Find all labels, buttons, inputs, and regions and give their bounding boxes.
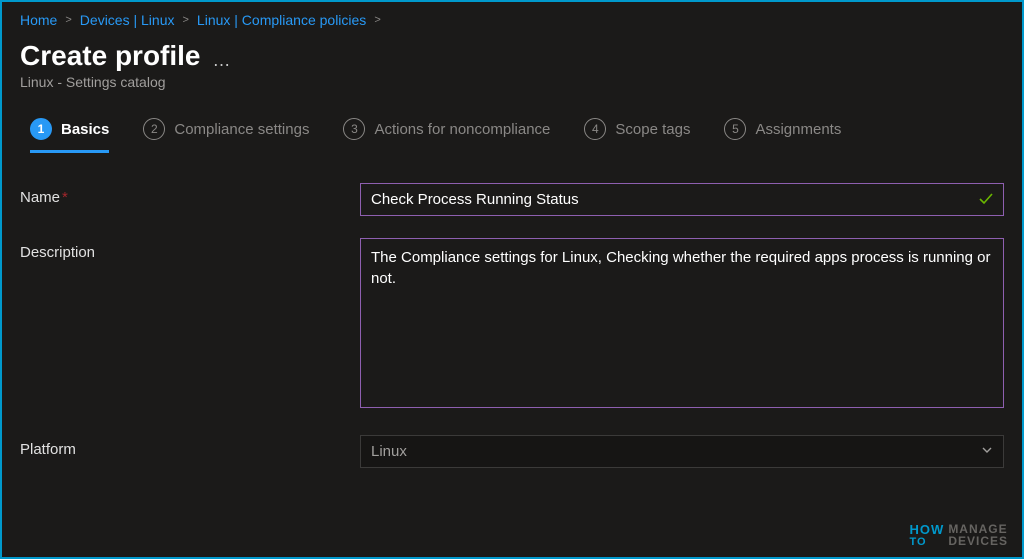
step-number: 2 — [143, 118, 165, 140]
more-icon[interactable]: … — [213, 42, 233, 71]
form-row-name: Name* — [20, 183, 1004, 216]
tab-label: Compliance settings — [174, 121, 309, 138]
chevron-right-icon: > — [182, 14, 188, 26]
page-title: Create profile — [20, 40, 201, 72]
step-number: 5 — [724, 118, 746, 140]
platform-value: Linux — [371, 443, 407, 460]
platform-select: Linux — [360, 435, 1004, 468]
tab-basics[interactable]: 1 Basics — [30, 118, 109, 153]
page-subtitle: Linux - Settings catalog — [2, 72, 1022, 110]
chevron-right-icon: > — [374, 14, 380, 26]
check-icon — [978, 191, 994, 211]
page-header: Create profile … — [2, 34, 1022, 72]
step-number: 4 — [584, 118, 606, 140]
breadcrumb-home[interactable]: Home — [20, 12, 57, 28]
tab-compliance-settings[interactable]: 2 Compliance settings — [143, 118, 309, 153]
form-basics: Name* Description Platform Linux — [2, 153, 1022, 468]
name-input[interactable] — [360, 183, 1004, 216]
tab-label: Basics — [61, 121, 109, 138]
step-number: 3 — [343, 118, 365, 140]
breadcrumb-compliance-policies[interactable]: Linux | Compliance policies — [197, 12, 366, 28]
tab-scope-tags[interactable]: 4 Scope tags — [584, 118, 690, 153]
platform-label: Platform — [20, 435, 360, 458]
chevron-down-icon — [981, 444, 993, 459]
breadcrumb-devices-linux[interactable]: Devices | Linux — [80, 12, 175, 28]
tab-assignments[interactable]: 5 Assignments — [724, 118, 841, 153]
description-textarea[interactable] — [360, 238, 1004, 408]
description-label: Description — [20, 238, 360, 261]
watermark-logo: HOW TO MANAGE DEVICES — [910, 524, 1008, 547]
chevron-right-icon: > — [65, 14, 71, 26]
tab-label: Assignments — [755, 121, 841, 138]
tab-actions-noncompliance[interactable]: 3 Actions for noncompliance — [343, 118, 550, 153]
tab-label: Actions for noncompliance — [374, 121, 550, 138]
wizard-tabs: 1 Basics 2 Compliance settings 3 Actions… — [2, 110, 1022, 153]
step-number: 1 — [30, 118, 52, 140]
form-row-description: Description — [20, 238, 1004, 413]
form-row-platform: Platform Linux — [20, 435, 1004, 468]
required-indicator: * — [62, 189, 68, 206]
name-label: Name* — [20, 183, 360, 206]
tab-label: Scope tags — [615, 121, 690, 138]
breadcrumb: Home > Devices | Linux > Linux | Complia… — [2, 2, 1022, 34]
